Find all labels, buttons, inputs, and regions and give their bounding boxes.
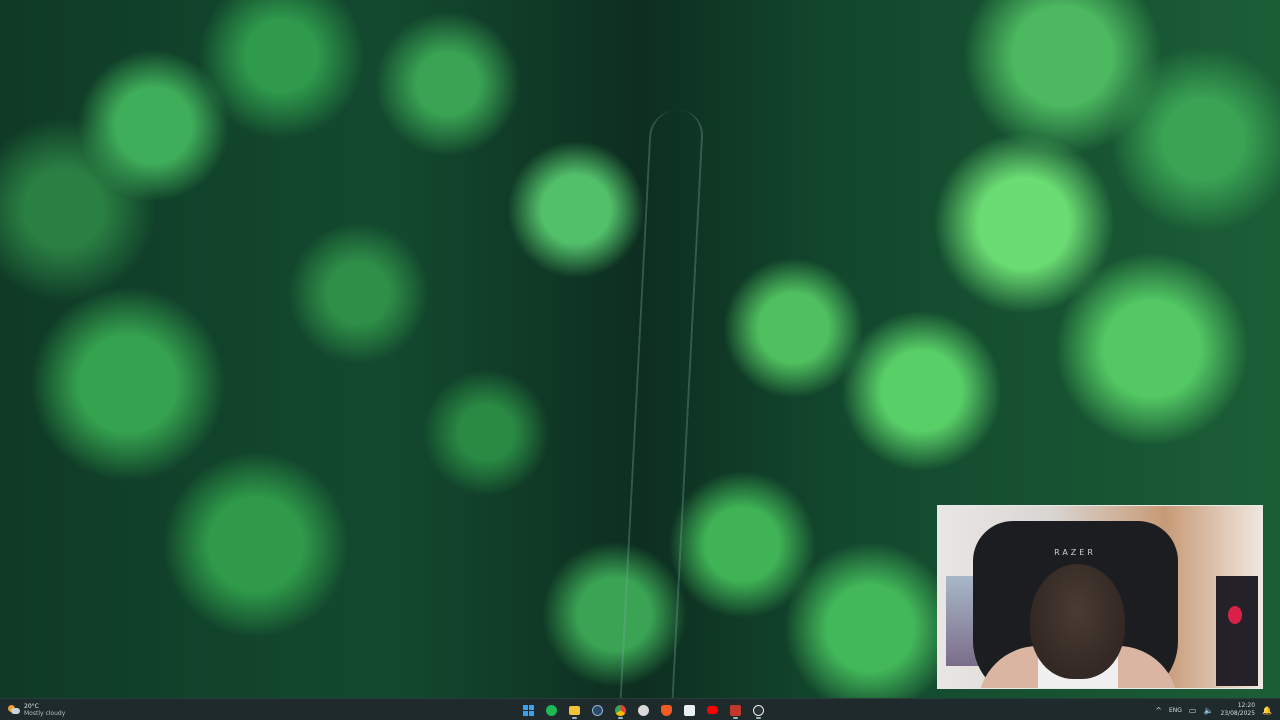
- media-player-button[interactable]: [750, 702, 767, 719]
- steam-button[interactable]: [589, 702, 606, 719]
- language-indicator[interactable]: ENG: [1169, 707, 1182, 714]
- chatgpt-button[interactable]: [635, 702, 652, 719]
- calendar-icon: [684, 704, 695, 716]
- chair-brand-text: RAZER: [1054, 548, 1096, 557]
- file-explorer-button[interactable]: [566, 702, 583, 719]
- windows-logo-icon: [523, 704, 534, 716]
- clock-time: 12:20: [1237, 702, 1256, 709]
- play-icon: [753, 704, 764, 716]
- volume-icon[interactable]: 🔈: [1203, 706, 1213, 715]
- spotify-button[interactable]: [543, 702, 560, 719]
- system-tray: ^ ENG ▭ 🔈 12:20 23/08/2025 🔔: [1155, 700, 1272, 720]
- person-head: [1030, 564, 1125, 679]
- weather-condition: Mostly cloudy: [24, 710, 66, 717]
- taskbar: 20°C Mostly cloudy ^ ENG ▭ 🔈 12:20 23/08…: [0, 698, 1280, 720]
- brave-button[interactable]: [658, 702, 675, 719]
- chevron-up-icon[interactable]: ^: [1155, 706, 1162, 715]
- start-button[interactable]: [520, 702, 537, 719]
- recorder-button[interactable]: [727, 702, 744, 719]
- notification-icon[interactable]: 🔔: [1262, 706, 1272, 715]
- chrome-button[interactable]: [612, 702, 629, 719]
- steam-icon: [592, 704, 603, 716]
- clock-date: 23/08/2025: [1220, 710, 1256, 717]
- weather-widget[interactable]: 20°C Mostly cloudy: [8, 700, 65, 720]
- background-monitor: [1216, 576, 1258, 686]
- clock[interactable]: 12:20 23/08/2025: [1220, 702, 1255, 718]
- partly-cloudy-icon: [8, 704, 20, 716]
- recorder-icon: [730, 704, 741, 716]
- weather-temperature: 20°C: [24, 703, 39, 710]
- webcam-overlay: RAZER: [937, 505, 1263, 689]
- chatgpt-icon: [638, 704, 649, 716]
- chrome-icon: [615, 704, 626, 716]
- network-icon[interactable]: ▭: [1189, 706, 1197, 715]
- spotify-icon: [546, 704, 557, 716]
- taskbar-apps: [520, 700, 767, 720]
- youtube-button[interactable]: [704, 702, 721, 719]
- youtube-icon: [707, 706, 718, 714]
- calendar-button[interactable]: [681, 702, 698, 719]
- forest-trail: [619, 110, 705, 698]
- folder-icon: [569, 705, 580, 715]
- monitor-light: [1228, 606, 1242, 624]
- brave-icon: [661, 704, 672, 716]
